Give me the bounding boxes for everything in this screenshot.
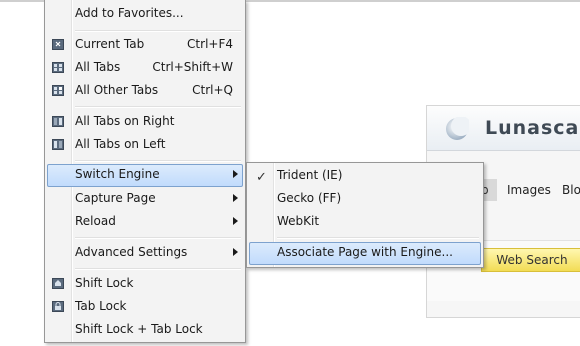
menu-separator <box>75 237 241 239</box>
site-brand: Lunasca <box>485 117 580 139</box>
menu-item-capture-page[interactable]: Capture Page <box>47 188 243 209</box>
menu-separator <box>277 237 479 239</box>
menu-item-gecko[interactable]: Gecko (FF) <box>249 188 481 209</box>
menu-item-trident[interactable]: ✓ Trident (IE) <box>249 165 481 186</box>
menu-item-shift-lock-tab-lock[interactable]: Shift Lock + Tab Lock <box>47 319 243 340</box>
menu-item-webkit[interactable]: WebKit <box>249 211 481 232</box>
shift-lock-icon <box>52 278 64 289</box>
menu-separator <box>75 30 241 32</box>
menu-separator <box>75 106 241 108</box>
lock-icon <box>52 301 64 312</box>
submenu-arrow-icon <box>233 248 238 256</box>
menu-item-switch-engine[interactable]: Switch Engine <box>47 164 243 187</box>
menu-item-current-tab[interactable]: Current Tab Ctrl+F4 <box>47 34 243 55</box>
close-tab-icon <box>52 39 64 50</box>
moon-logo-icon <box>446 117 469 140</box>
menu-item-all-tabs[interactable]: All Tabs Ctrl+Shift+W <box>47 57 243 78</box>
submenu-arrow-icon <box>233 194 238 202</box>
menu-item-add-to-favorites[interactable]: Add to Favorites... <box>47 3 243 24</box>
menu-separator <box>75 160 241 162</box>
checkmark-icon: ✓ <box>256 170 267 185</box>
menu-item-tab-lock[interactable]: Tab Lock <box>47 296 243 317</box>
tab-context-menu: Add to Favorites... Current Tab Ctrl+F4 … <box>44 0 246 343</box>
submenu-arrow-icon <box>233 170 238 178</box>
menu-item-shift-lock[interactable]: Shift Lock <box>47 273 243 294</box>
menu-item-all-tabs-on-right[interactable]: All Tabs on Right <box>47 111 243 132</box>
other-tabs-icon <box>52 85 64 96</box>
tabs-icon <box>52 62 64 73</box>
tab-blogs[interactable]: Blo <box>562 179 580 201</box>
menu-item-advanced-settings[interactable]: Advanced Settings <box>47 242 243 263</box>
tabs-left-icon <box>52 139 64 150</box>
menu-separator <box>75 268 241 270</box>
menu-item-associate-page[interactable]: Associate Page with Engine... <box>249 242 481 265</box>
switch-engine-submenu: ✓ Trident (IE) Gecko (FF) WebKit Associa… <box>246 162 484 268</box>
submenu-arrow-icon <box>233 217 238 225</box>
tabs-right-icon <box>52 116 64 127</box>
tab-images[interactable]: Images <box>507 179 551 201</box>
site-header: Lunasca <box>427 106 580 151</box>
web-search-button[interactable]: Web Search <box>481 248 580 272</box>
menu-item-all-other-tabs[interactable]: All Other Tabs Ctrl+Q <box>47 80 243 101</box>
menu-item-all-tabs-on-left[interactable]: All Tabs on Left <box>47 134 243 155</box>
menu-item-reload[interactable]: Reload <box>47 211 243 232</box>
